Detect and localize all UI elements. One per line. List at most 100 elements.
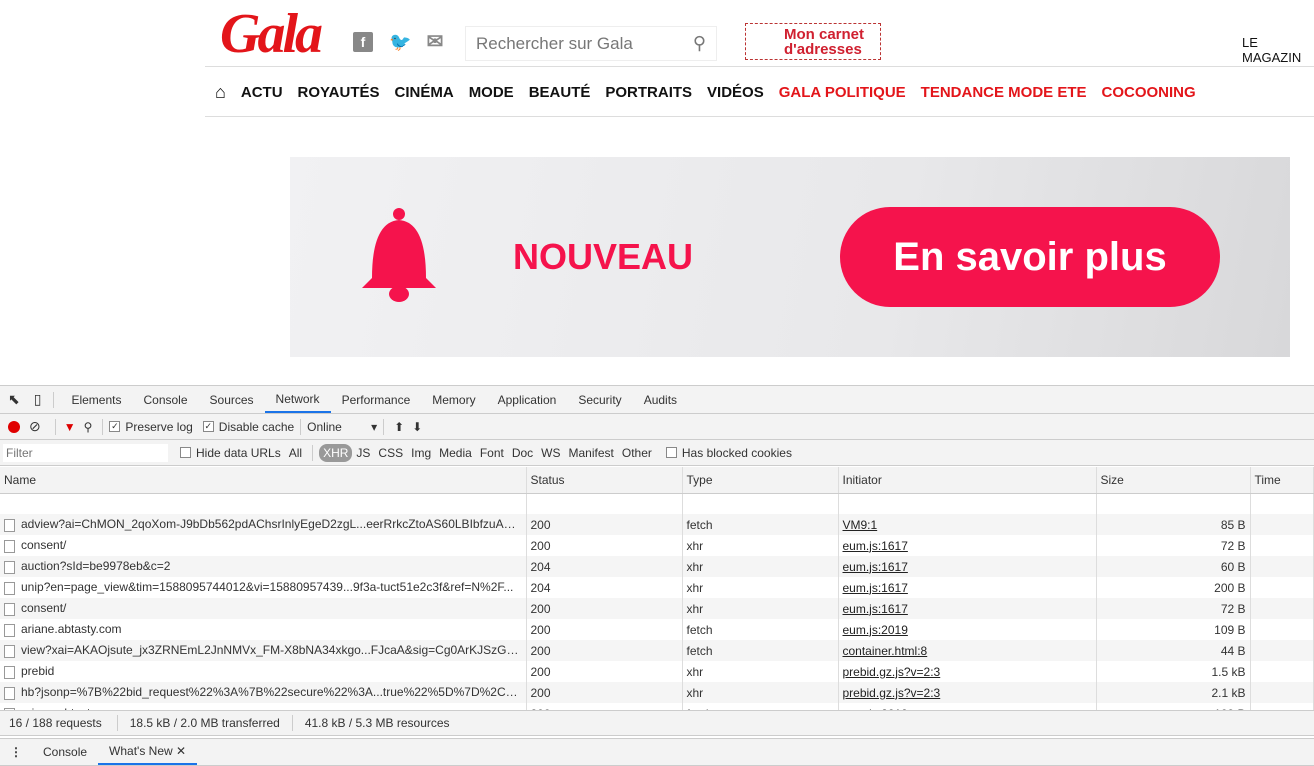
filter-type-ws[interactable]: WS: [537, 446, 564, 460]
request-name[interactable]: consent/: [0, 535, 527, 556]
facebook-icon[interactable]: f: [353, 32, 373, 52]
nav-item-beauté[interactable]: BEAUTÉ: [529, 84, 591, 101]
column-header-status[interactable]: Status: [526, 467, 683, 494]
initiator-link[interactable]: prebid.gz.js?v=2:3: [843, 686, 941, 700]
tab-sources[interactable]: Sources: [199, 386, 265, 413]
nav-item-portraits[interactable]: PORTRAITS: [605, 84, 692, 101]
tab-audits[interactable]: Audits: [633, 386, 688, 413]
request-name[interactable]: adview?ai=ChMON_2qoXom-J9bDb562pdAChsrIn…: [0, 514, 527, 535]
filter-type-js[interactable]: JS: [352, 446, 374, 460]
filter-type-img[interactable]: Img: [407, 446, 435, 460]
tab-performance[interactable]: Performance: [331, 386, 422, 413]
initiator-link[interactable]: container.html:8: [843, 644, 928, 658]
column-header-size[interactable]: Size: [1096, 467, 1251, 494]
table-row[interactable]: consent/200 xhr eum.js:1617 72 B: [0, 535, 1314, 556]
column-header-type[interactable]: Type: [682, 467, 839, 494]
preserve-log-checkbox[interactable]: ✓: [109, 421, 121, 432]
filter-input[interactable]: [3, 443, 168, 462]
inspect-icon[interactable]: ⬉: [0, 391, 28, 408]
initiator-link[interactable]: eum.js:1617: [843, 581, 908, 595]
filter-type-media[interactable]: Media: [435, 446, 476, 460]
initiator-link[interactable]: eum.js:1617: [843, 560, 908, 574]
request-name[interactable]: hb?jsonp=%7B%22bid_request%22%3A%7B%22se…: [0, 682, 527, 703]
column-header-time[interactable]: Time: [1250, 467, 1314, 494]
nav-item-tendance-mode-ete[interactable]: TENDANCE MODE ETE: [921, 84, 1087, 101]
magazine-link[interactable]: LE MAGAZIN: [1242, 35, 1314, 65]
request-name[interactable]: unip?en=page_view&tim=1588095744012&vi=1…: [0, 577, 527, 598]
bell-icon: [362, 208, 436, 302]
tab-elements[interactable]: Elements: [60, 386, 132, 413]
filter-type-css[interactable]: CSS: [374, 446, 407, 460]
request-name[interactable]: view?xai=AKAOjsute_jx3ZRNEmL2JnNMVx_FM-X…: [0, 640, 527, 661]
table-row[interactable]: ariane.abtasty.com 200fetch eum.js:2019 109…: [0, 619, 1314, 640]
home-icon[interactable]: ⌂: [215, 82, 226, 103]
request-name[interactable]: auction?sId=be9978eb&c=2: [0, 556, 527, 577]
filter-type-all[interactable]: All: [285, 446, 306, 460]
table-row[interactable]: consent/200 xhr eum.js:1617 72 B: [0, 598, 1314, 619]
nav-item-vidéos[interactable]: VIDÉOS: [707, 84, 764, 101]
filter-icon[interactable]: ▼: [64, 420, 76, 434]
nav-item-royautés[interactable]: ROYAUTÉS: [298, 84, 380, 101]
table-row[interactable]: view?xai=AKAOjsute_jx3ZRNEmL2JnNMVx_FM-X…: [0, 640, 1314, 661]
tab-security[interactable]: Security: [567, 386, 632, 413]
en-savoir-plus-button[interactable]: En savoir plus: [840, 207, 1220, 307]
close-icon[interactable]: ✕: [176, 744, 186, 758]
mail-icon[interactable]: ✉: [425, 32, 445, 52]
disable-cache-checkbox[interactable]: ✓: [202, 421, 214, 432]
search-icon[interactable]: ⚲: [693, 33, 706, 54]
table-row[interactable]: auction?sId=be9978eb&c=2 204 xhr eum.js:161…: [0, 556, 1314, 577]
gala-logo[interactable]: Gala: [220, 2, 323, 66]
search-icon[interactable]: ⚲: [84, 420, 93, 434]
column-header-initiator[interactable]: Initiator: [838, 467, 1097, 494]
initiator-link[interactable]: eum.js:1617: [843, 602, 908, 616]
nav-item-mode[interactable]: MODE: [469, 84, 514, 101]
filter-type-xhr[interactable]: XHR: [319, 443, 353, 462]
tab-memory[interactable]: Memory: [421, 386, 486, 413]
nav-item-gala-politique[interactable]: GALA POLITIQUE: [779, 84, 906, 101]
request-name[interactable]: ariane.abtasty.com: [0, 619, 527, 640]
carnet-adresses-button[interactable]: Mon carnet d'adresses: [745, 23, 881, 60]
nav-item-actu[interactable]: ACTU: [241, 84, 283, 101]
table-row[interactable]: hb?jsonp=%7B%22bid_request%22%3A%7B%22se…: [0, 682, 1314, 703]
device-toolbar-icon[interactable]: ▯: [28, 391, 48, 408]
initiator-link[interactable]: prebid.gz.js?v=2:3: [843, 665, 941, 679]
request-name[interactable]: consent/: [0, 598, 527, 619]
request-size: 109 B: [1096, 619, 1251, 640]
tab-console[interactable]: Console: [132, 386, 198, 413]
filter-type-doc[interactable]: Doc: [508, 446, 537, 460]
request-type: xhr: [682, 577, 839, 598]
column-header-name[interactable]: Name: [0, 467, 527, 494]
request-size: 72 B: [1096, 598, 1251, 619]
tab-application[interactable]: Application: [487, 386, 568, 413]
drawer-tab-whats-new[interactable]: What's New ✕: [98, 739, 198, 765]
search-input[interactable]: Rechercher sur Gala ⚲: [465, 26, 717, 61]
table-row[interactable]: unip?en=page_view&tim=1588095744012&vi=1…: [0, 577, 1314, 598]
record-button[interactable]: [8, 420, 20, 433]
divider: [205, 66, 1314, 67]
request-name[interactable]: prebid: [0, 661, 527, 682]
table-row[interactable]: adview?ai=ChMON_2qoXom-J9bDb562pdAChsrIn…: [0, 514, 1314, 535]
blocked-cookies-checkbox[interactable]: [665, 447, 677, 458]
drawer-menu-icon[interactable]: ⋮: [0, 745, 32, 759]
export-har-icon[interactable]: ⬇: [412, 420, 422, 434]
drawer-tab-console[interactable]: Console: [32, 739, 98, 765]
filter-type-manifest[interactable]: Manifest: [565, 446, 618, 460]
hide-data-urls-checkbox[interactable]: [180, 447, 191, 458]
filter-type-other[interactable]: Other: [618, 446, 656, 460]
row-icon: [4, 686, 15, 700]
throttle-select[interactable]: Online ▾: [307, 420, 377, 434]
tab-network[interactable]: Network: [264, 386, 331, 413]
nav-item-cocooning[interactable]: COCOONING: [1102, 84, 1196, 101]
initiator-link[interactable]: eum.js:2019: [843, 623, 908, 637]
request-name-text: unip?en=page_view&tim=1588095744012&vi=1…: [21, 580, 514, 595]
clear-icon[interactable]: ⊘: [29, 418, 41, 435]
import-har-icon[interactable]: ⬆: [394, 420, 404, 434]
search-placeholder: Rechercher sur Gala: [476, 33, 633, 53]
twitter-icon[interactable]: 🐦: [389, 32, 411, 52]
whats-new-label: What's New: [109, 744, 173, 758]
table-row[interactable]: prebid 200 xhr prebid.gz.js?v=2:3 1.5 kB: [0, 661, 1314, 682]
filter-type-font[interactable]: Font: [476, 446, 508, 460]
nav-item-cinéma[interactable]: CINÉMA: [395, 84, 454, 101]
initiator-link[interactable]: VM9:1: [843, 518, 878, 532]
initiator-link[interactable]: eum.js:1617: [843, 539, 908, 553]
